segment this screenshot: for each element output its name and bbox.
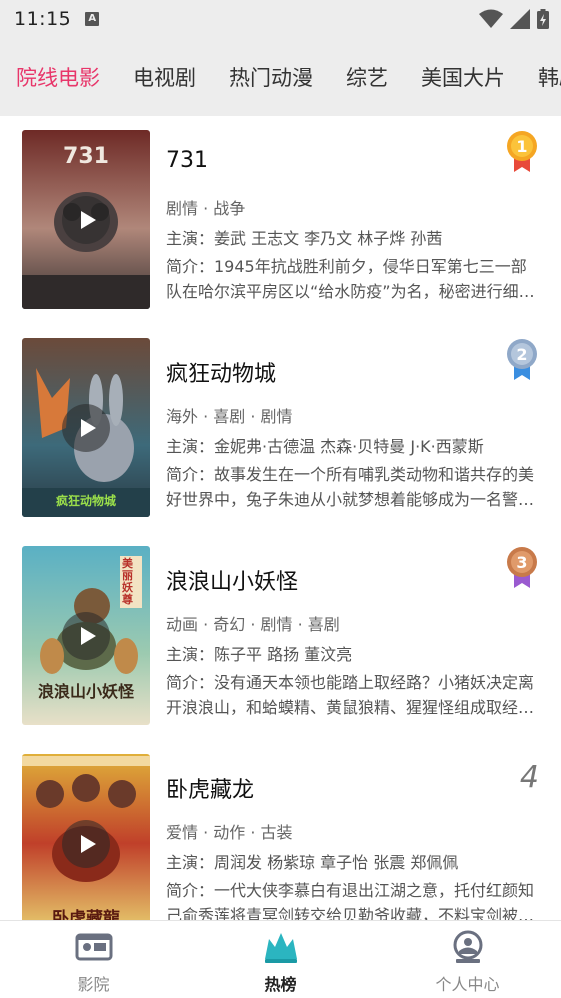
movie-actors: 主演：周润发 杨紫琼 章子怡 张震 郑佩佩 — [166, 853, 459, 872]
gold-medal-icon: 1 — [507, 131, 537, 172]
tab-hot-anime[interactable]: 热门动漫 — [229, 62, 313, 92]
movie-tags: 海外 · 喜剧 · 剧情 — [166, 407, 293, 426]
movie-poster[interactable]: 731 — [22, 130, 150, 309]
movie-title[interactable]: 卧虎藏龙 — [166, 772, 254, 804]
signal-icon — [510, 9, 530, 29]
list-item[interactable]: 疯狂动物城 疯狂动物城 海外 · 喜剧 · 剧情 主演：金妮弗·古德温 杰森·贝… — [0, 324, 561, 532]
movie-poster[interactable]: 美丽妖尊 浪浪山小妖怪 — [22, 546, 150, 725]
rank-number: 3 — [516, 553, 527, 572]
tab-cinema-movies[interactable]: 院线电影 — [16, 62, 100, 92]
movie-actors: 主演：陈子平 路扬 董汶亮 — [166, 645, 353, 664]
poster-flag: 美丽妖尊 — [120, 556, 142, 608]
poster-title: 疯狂动物城 — [55, 494, 116, 508]
tab-tv-series[interactable]: 电视剧 — [133, 62, 196, 92]
movie-actors: 主演：姜武 王志文 李乃文 林子烨 孙茜 — [166, 229, 443, 248]
movie-intro: 简介：没有通天本领也能踏上取经路？小猪妖决定离开浪浪山，和蛤蟆精、黄鼠狼精、猩猩… — [166, 673, 535, 717]
tab-variety[interactable]: 综艺 — [346, 62, 388, 92]
poster-title: 731 — [63, 144, 109, 169]
cinema-icon — [75, 933, 112, 961]
rank-number: 1 — [516, 137, 527, 156]
nav-cinema[interactable]: 影院 — [0, 921, 187, 998]
rank-number: 2 — [516, 345, 527, 364]
movie-title[interactable]: 浪浪山小妖怪 — [166, 564, 298, 596]
movie-list: 731 731 剧情 · 战争 主演：姜武 王志文 李乃文 林子烨 孙茜 简介：… — [0, 116, 561, 920]
battery-icon — [537, 9, 549, 29]
movie-intro: 简介：一代大侠李慕白有退出江湖之意，托付红颜知己俞秀莲将青冥剑转交给贝勒爷收藏，… — [166, 881, 535, 920]
movie-poster[interactable]: 卧虎藏龍 — [22, 754, 150, 920]
movie-title[interactable]: 疯狂动物城 — [166, 356, 276, 388]
movie-title[interactable]: 731 — [166, 148, 208, 173]
list-item[interactable]: 731 731 剧情 · 战争 主演：姜武 王志文 李乃文 林子烨 孙茜 简介：… — [0, 116, 561, 324]
nav-label: 个人中心 — [435, 975, 500, 994]
status-time: 11:15 — [14, 8, 72, 30]
play-icon[interactable] — [62, 612, 110, 660]
list-item[interactable]: 卧虎藏龍 卧虎藏龙 爱情 · 动作 · 古装 主演：周润发 杨紫琼 章子怡 张震… — [0, 740, 561, 920]
nav-label: 影院 — [77, 975, 110, 994]
movie-intro: 简介：1945年抗战胜利前夕，侵华日军第七三一部队在哈尔滨平房区以“给水防疫”为… — [166, 257, 535, 301]
wifi-icon — [479, 9, 503, 28]
movie-intro: 简介：故事发生在一个所有哺乳类动物和谐共存的美好世界中，兔子朱迪从小就梦想着能够… — [166, 465, 535, 509]
profile-icon — [453, 930, 482, 963]
status-bar: 11:15 A — [0, 0, 561, 38]
poster-title: 卧虎藏龍 — [52, 909, 120, 920]
status-icons — [479, 9, 549, 29]
bottom-nav: 影院 热榜 个人中心 — [0, 920, 561, 998]
tab-korean-drama[interactable]: 韩剧 — [538, 62, 561, 92]
nav-label: 热榜 — [264, 975, 297, 994]
category-tabs: 院线电影 电视剧 热门动漫 综艺 美国大片 韩剧 — [0, 38, 561, 116]
play-icon[interactable] — [62, 196, 110, 244]
play-icon[interactable] — [62, 820, 110, 868]
movie-tags: 爱情 · 动作 · 古装 — [166, 823, 293, 842]
movie-poster[interactable]: 疯狂动物城 — [22, 338, 150, 517]
silver-medal-icon: 2 — [507, 339, 537, 380]
nav-hot-list[interactable]: 热榜 — [187, 921, 374, 998]
tab-us-blockbusters[interactable]: 美国大片 — [421, 62, 505, 92]
play-icon[interactable] — [62, 404, 110, 452]
poster-title: 浪浪山小妖怪 — [37, 682, 134, 701]
list-item[interactable]: 美丽妖尊 浪浪山小妖怪 浪浪山小妖怪 动画 · 奇幻 · 剧情 · 喜剧 主演：… — [0, 532, 561, 740]
notification-icon: A — [85, 12, 100, 26]
movie-actors: 主演：金妮弗·古德温 杰森·贝特曼 J·K·西蒙斯 — [166, 437, 484, 456]
movie-tags: 动画 · 奇幻 · 剧情 · 喜剧 — [166, 615, 340, 634]
nav-profile[interactable]: 个人中心 — [374, 921, 561, 998]
bronze-medal-icon: 3 — [507, 547, 537, 588]
hot-list-icon — [264, 933, 297, 963]
movie-tags: 剧情 · 战争 — [166, 199, 246, 218]
rank-number: 4 — [519, 760, 539, 795]
